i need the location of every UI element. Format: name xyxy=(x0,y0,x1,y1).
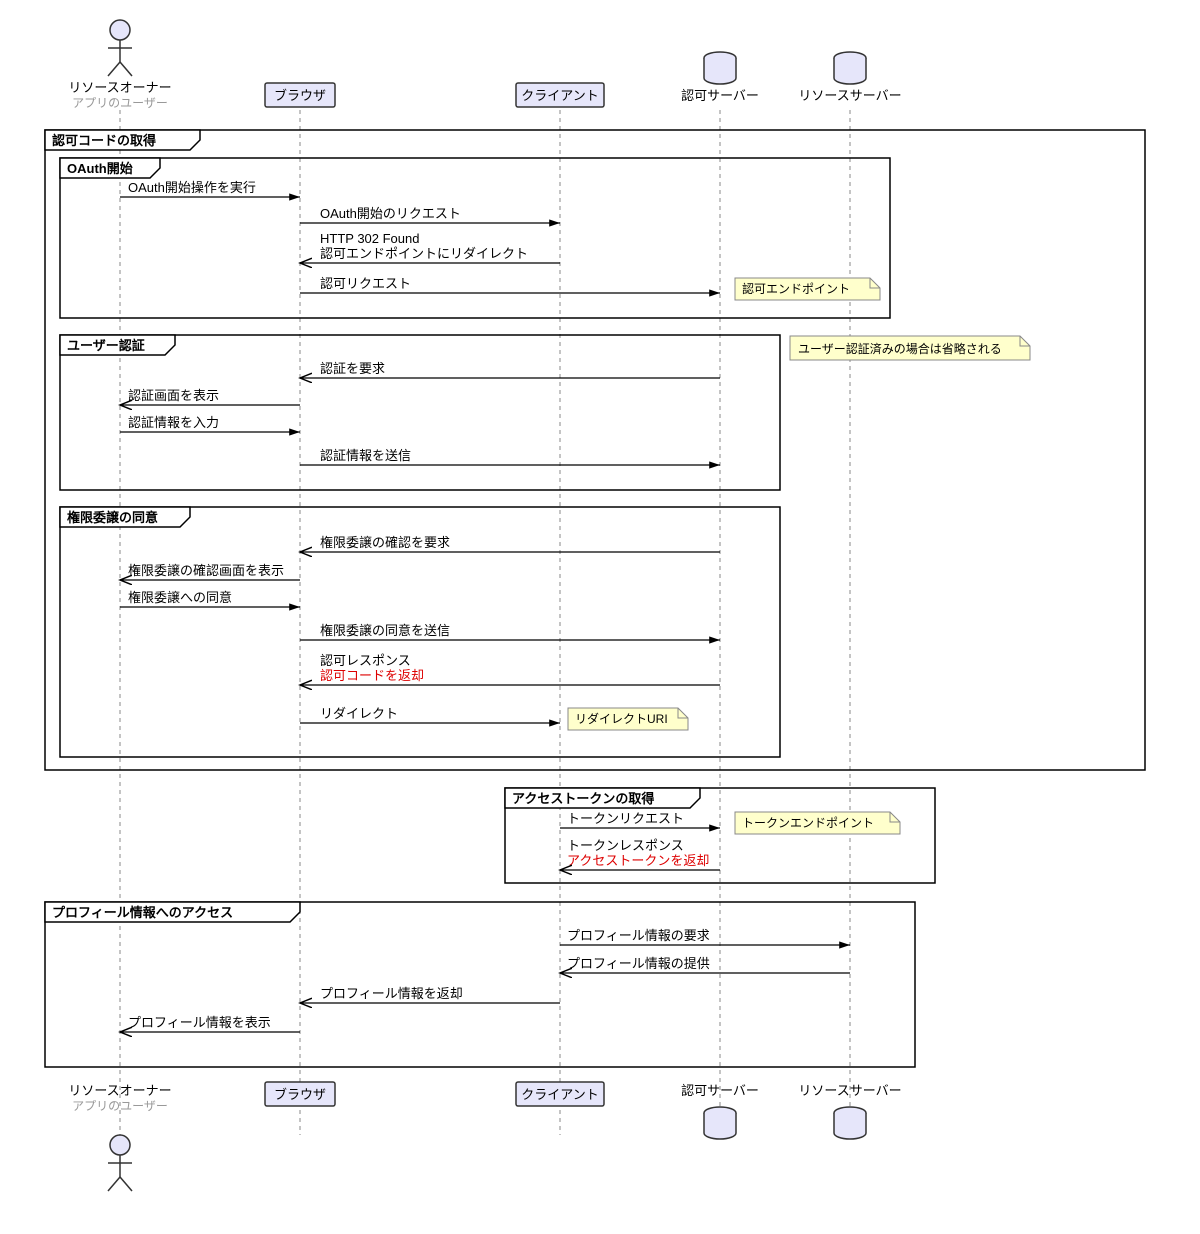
msg-302-redirect: 認可エンドポイントにリダイレクト xyxy=(320,246,528,261)
msg-send-consent: 権限委譲の同意を送信 xyxy=(320,623,450,638)
actor-owner-label-b: リソースオーナー xyxy=(68,1083,171,1098)
note-auth-endpoint: 認可エンドポイント xyxy=(735,278,880,300)
msg-profile-return: プロフィール情報を返却 xyxy=(320,986,463,1001)
msg-auth-prompt: 認証を要求 xyxy=(320,361,385,376)
msg-redirect: リダイレクト xyxy=(320,706,398,721)
msg-give-consent: 権限委譲への同意 xyxy=(128,590,232,605)
frame-user-auth xyxy=(60,335,780,490)
frame-profile xyxy=(45,902,915,1067)
actor-owner-top: リソースオーナー アプリのユーザー xyxy=(68,20,171,110)
actor-client-top: クライアント xyxy=(516,83,604,107)
msg-auth-response: 認可レスポンス xyxy=(320,653,411,668)
msg-oauth-start-op: OAuth開始操作を実行 xyxy=(128,180,256,195)
note-auth-endpoint-text: 認可エンドポイント xyxy=(742,281,850,296)
msg-profile-req: プロフィール情報の要求 xyxy=(567,928,710,943)
note-redirect-uri: リダイレクトURI xyxy=(568,708,688,730)
actor-browser-top: ブラウザ xyxy=(265,83,335,107)
actor-ressrv-label: リソースサーバー xyxy=(798,88,901,103)
msg-profile-provide: プロフィール情報の提供 xyxy=(567,956,710,971)
msg-oauth-start-req: OAuth開始のリクエスト xyxy=(320,206,461,221)
actor-authsrv-top: 認可サーバー xyxy=(681,52,759,103)
actor-ressrv-bottom: リソースサーバー xyxy=(798,1083,901,1139)
actor-owner-bottom: リソースオーナー アプリのユーザー xyxy=(68,1083,171,1191)
actor-authsrv-label-b: 認可サーバー xyxy=(681,1083,759,1098)
note-token-endpoint-text: トークンエンドポイント xyxy=(742,816,874,830)
msg-send-creds: 認証情報を送信 xyxy=(320,448,411,463)
actor-client-label-b: クライアント xyxy=(521,1087,598,1102)
actor-browser-label: ブラウザ xyxy=(274,88,326,103)
frame-oauth-start-label: OAuth開始 xyxy=(67,161,133,176)
frame-token-label: アクセストークンの取得 xyxy=(512,791,654,806)
msg-profile-show: プロフィール情報を表示 xyxy=(128,1015,271,1030)
actor-client-label: クライアント xyxy=(521,88,598,103)
msg-302-found: HTTP 302 Found xyxy=(320,231,419,246)
actor-ressrv-top: リソースサーバー xyxy=(798,52,901,103)
actor-ressrv-label-b: リソースサーバー xyxy=(798,1083,901,1098)
actor-owner-sublabel: アプリのユーザー xyxy=(72,96,168,110)
msg-auth-code-returned: 認可コードを返却 xyxy=(320,668,424,683)
msg-consent-prompt: 権限委譲の確認を要求 xyxy=(320,535,450,550)
actor-authsrv-label: 認可サーバー xyxy=(681,88,759,103)
frame-consent-label: 権限委譲の同意 xyxy=(67,510,158,525)
actor-browser-bottom: ブラウザ xyxy=(265,1082,335,1106)
msg-token-resp: トークンレスポンス xyxy=(567,838,684,853)
actor-authsrv-bottom: 認可サーバー xyxy=(681,1083,759,1139)
msg-auth-request: 認可リクエスト xyxy=(320,276,411,291)
actor-browser-label-b: ブラウザ xyxy=(274,1087,326,1102)
msg-access-token-returned: アクセストークンを返却 xyxy=(567,853,709,868)
note-redirect-uri-text: リダイレクトURI xyxy=(575,711,668,726)
msg-token-req: トークンリクエスト xyxy=(567,811,684,826)
frame-auth-code xyxy=(45,130,1145,770)
msg-show-consent: 権限委譲の確認画面を表示 xyxy=(128,563,284,578)
msg-show-login: 認証画面を表示 xyxy=(128,388,219,403)
note-token-endpoint: トークンエンドポイント xyxy=(735,812,900,834)
frame-profile-label: プロフィール情報へのアクセス xyxy=(52,905,233,920)
msg-enter-creds: 認証情報を入力 xyxy=(128,415,219,430)
actor-owner-sublabel-b: アプリのユーザー xyxy=(72,1099,168,1113)
note-skip-if-authed-text: ユーザー認証済みの場合は省略される xyxy=(798,341,1002,356)
frame-auth-code-label: 認可コードの取得 xyxy=(52,133,156,148)
actor-owner-label: リソースオーナー xyxy=(68,80,171,95)
frame-user-auth-label: ユーザー認証 xyxy=(67,338,145,353)
note-skip-if-authed: ユーザー認証済みの場合は省略される xyxy=(790,336,1030,360)
actor-client-bottom: クライアント xyxy=(516,1082,604,1106)
